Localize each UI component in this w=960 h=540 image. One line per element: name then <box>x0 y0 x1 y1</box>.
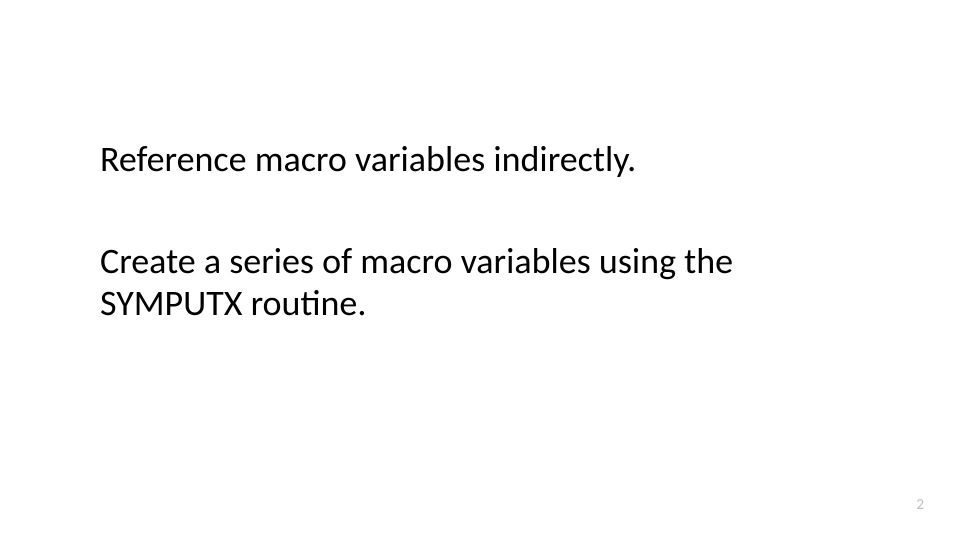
paragraph-2: Create a series of macro variables using… <box>100 241 860 324</box>
slide-content: Reference macro variables indirectly. Cr… <box>100 138 860 324</box>
page-number: 2 <box>916 496 924 514</box>
paragraph-1: Reference macro variables indirectly. <box>100 138 860 181</box>
